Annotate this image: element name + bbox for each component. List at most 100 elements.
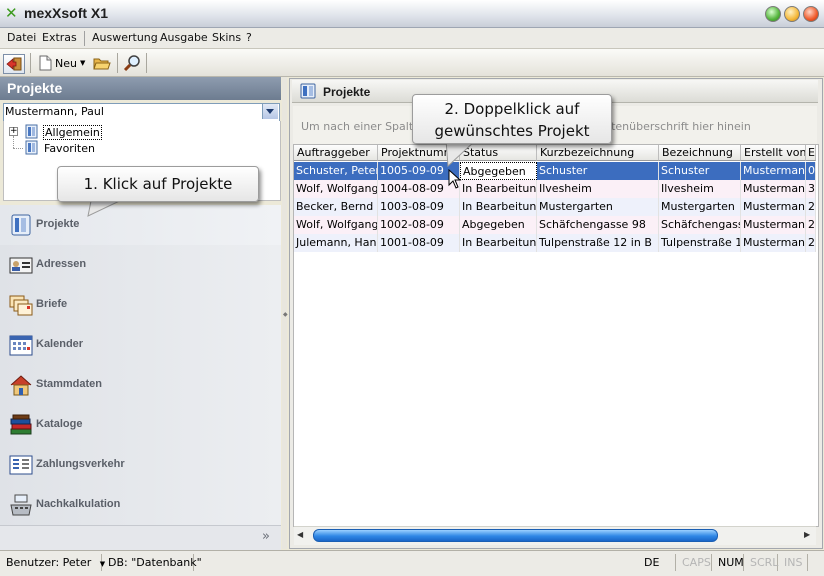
new-dropdown-icon[interactable]: ▼ bbox=[80, 59, 85, 67]
cell-status: In Bearbeitung bbox=[460, 234, 537, 252]
status-language: DE bbox=[638, 554, 676, 571]
cell-erstellt-von: Mustermann bbox=[741, 198, 806, 216]
status-db: DB: "Datenbank" bbox=[102, 554, 202, 571]
close-button[interactable] bbox=[803, 6, 819, 22]
nav-label-briefe: Briefe bbox=[36, 298, 68, 310]
cell-erstellt-von: Mustermann bbox=[741, 180, 806, 198]
cell-auftraggeber: Wolf, Wolfgang bbox=[294, 216, 378, 234]
table-row[interactable]: Schuster, Peter 1005-09-09 Abgegeben Sch… bbox=[294, 162, 816, 180]
column-header-erstellt-am[interactable]: Erstellt am bbox=[806, 145, 816, 161]
calendar-icon bbox=[9, 335, 33, 356]
cell-bezeichnung: Schuster bbox=[659, 162, 741, 180]
projects-panel-title: Projekte bbox=[323, 85, 371, 99]
cell-erstellt-am: 31 bbox=[806, 180, 816, 198]
cell-status: Abgegeben bbox=[460, 216, 537, 234]
cell-status: In Bearbeitung bbox=[460, 198, 537, 216]
project-folder-icon bbox=[25, 124, 38, 139]
cell-erstellt-von: Mustermann bbox=[741, 216, 806, 234]
cell-erstellt-am: 09 bbox=[806, 162, 816, 180]
project-folder-icon bbox=[25, 140, 38, 155]
cell-auftraggeber: Julemann, Hanni bbox=[294, 234, 378, 252]
cell-kurzbezeichnung: Ilvesheim bbox=[537, 180, 659, 198]
tree-connector bbox=[13, 148, 23, 150]
menu-datei[interactable]: Datei bbox=[7, 31, 36, 44]
cell-projektnummer: 1001-08-09 bbox=[378, 234, 460, 252]
menu-skins[interactable]: Skins bbox=[212, 31, 241, 44]
callout-step-2-line-2: gewünschtes Projekt bbox=[434, 122, 590, 140]
books-icon bbox=[10, 414, 32, 435]
ledger-icon bbox=[9, 455, 33, 475]
minimize-button[interactable] bbox=[765, 6, 781, 22]
menu-auswertung[interactable]: Auswertung bbox=[92, 31, 158, 44]
menu-ausgabe[interactable]: Ausgabe bbox=[160, 31, 208, 44]
open-folder-icon[interactable] bbox=[93, 55, 111, 71]
cell-bezeichnung: Schäfchengasse bbox=[659, 216, 741, 234]
nav-label-adressen: Adressen bbox=[36, 258, 87, 270]
tree-item-favoriten[interactable]: Favoriten bbox=[44, 142, 95, 155]
nav-label-projekte: Projekte bbox=[36, 218, 80, 230]
cell-erstellt-von: Mustermann bbox=[741, 234, 806, 252]
cell-kurzbezeichnung: Mustergarten bbox=[537, 198, 659, 216]
more-nav-button[interactable]: » bbox=[262, 529, 270, 544]
left-panel-title: Projekte bbox=[7, 80, 63, 96]
menu-help[interactable]: ? bbox=[246, 31, 252, 44]
nav-footer bbox=[0, 525, 281, 550]
nav-label-kalender: Kalender bbox=[36, 338, 84, 350]
cash-register-icon bbox=[10, 494, 32, 516]
scroll-right-icon[interactable]: ▶ bbox=[804, 530, 810, 539]
scroll-left-icon[interactable]: ◀ bbox=[297, 530, 303, 539]
table-row[interactable]: Wolf, Wolfgang 1002-08-09 Abgegeben Schä… bbox=[294, 216, 816, 234]
cell-erstellt-am: 20 bbox=[806, 234, 816, 252]
column-header-kurzbezeichnung[interactable]: Kurzbezeichnung bbox=[537, 145, 659, 161]
toolbar-separator bbox=[146, 53, 147, 73]
window-title: mexXsoft X1 bbox=[24, 5, 109, 21]
callout-pointer bbox=[445, 140, 477, 168]
cell-auftraggeber: Becker, Bernd bbox=[294, 198, 378, 216]
tree-connector bbox=[13, 136, 15, 148]
cell-bezeichnung: Mustergarten bbox=[659, 198, 741, 216]
tree-expand-icon[interactable]: + bbox=[9, 127, 18, 136]
title-bar[interactable] bbox=[0, 0, 824, 28]
user-select-value: Mustermann, Paul bbox=[5, 105, 104, 118]
projects-icon bbox=[300, 83, 316, 99]
callout-step-1: 1. Klick auf Projekte bbox=[57, 166, 259, 202]
cell-auftraggeber: Wolf, Wolfgang bbox=[294, 180, 378, 198]
table-row[interactable]: Wolf, Wolfgang 1004-08-09 In Bearbeitung… bbox=[294, 180, 816, 198]
cell-projektnummer: 1002-08-09 bbox=[378, 216, 460, 234]
nav-label-stammdaten: Stammdaten bbox=[36, 378, 103, 390]
toolbar-separator bbox=[30, 53, 31, 73]
scrollbar-thumb[interactable] bbox=[313, 529, 718, 542]
cell-erstellt-am: 20 bbox=[806, 198, 816, 216]
exit-icon bbox=[6, 57, 22, 71]
nav-label-kataloge: Kataloge bbox=[36, 418, 83, 430]
new-document-icon[interactable] bbox=[39, 55, 52, 71]
menu-extras[interactable]: Extras bbox=[42, 31, 77, 44]
callout-step-2: 2. Doppelklick auf gewünschtes Projekt bbox=[412, 94, 612, 144]
app-logo-icon: ✕ bbox=[5, 4, 18, 22]
exit-button[interactable] bbox=[3, 54, 25, 74]
projects-icon bbox=[11, 214, 31, 236]
cell-erstellt-von: Mustermann bbox=[741, 162, 806, 180]
column-header-auftraggeber[interactable]: Auftraggeber bbox=[294, 145, 378, 161]
cell-bezeichnung: Tulpenstraße 12 bbox=[659, 234, 741, 252]
chevron-down-icon[interactable] bbox=[262, 104, 278, 119]
cell-projektnummer: 1003-08-09 bbox=[378, 198, 460, 216]
table-row[interactable]: Julemann, Hanni 1001-08-09 In Bearbeitun… bbox=[294, 234, 816, 252]
house-icon bbox=[10, 375, 32, 396]
column-header-bezeichnung[interactable]: Bezeichnung bbox=[659, 145, 741, 161]
table-row[interactable]: Becker, Bernd 1003-08-09 In Bearbeitung … bbox=[294, 198, 816, 216]
cell-erstellt-am: 20 bbox=[806, 216, 816, 234]
mouse-cursor-icon bbox=[448, 169, 462, 189]
search-icon[interactable] bbox=[123, 54, 143, 72]
status-user[interactable]: Benutzer: Peter ▼ bbox=[0, 554, 105, 571]
toolbar-separator bbox=[117, 53, 118, 73]
column-header-erstellt-von[interactable]: Erstellt von bbox=[741, 145, 806, 161]
cell-status: In Bearbeitung bbox=[460, 180, 537, 198]
cell-kurzbezeichnung: Schäfchengasse 98 bbox=[537, 216, 659, 234]
nav-label-nachkalkulation: Nachkalkulation bbox=[36, 498, 121, 510]
tree-item-allgemein[interactable]: Allgemein bbox=[43, 125, 102, 140]
new-button[interactable]: Neu bbox=[55, 57, 77, 70]
letters-icon bbox=[9, 295, 33, 316]
maximize-button[interactable] bbox=[784, 6, 800, 22]
cell-kurzbezeichnung: Tulpenstraße 12 in B bbox=[537, 234, 659, 252]
